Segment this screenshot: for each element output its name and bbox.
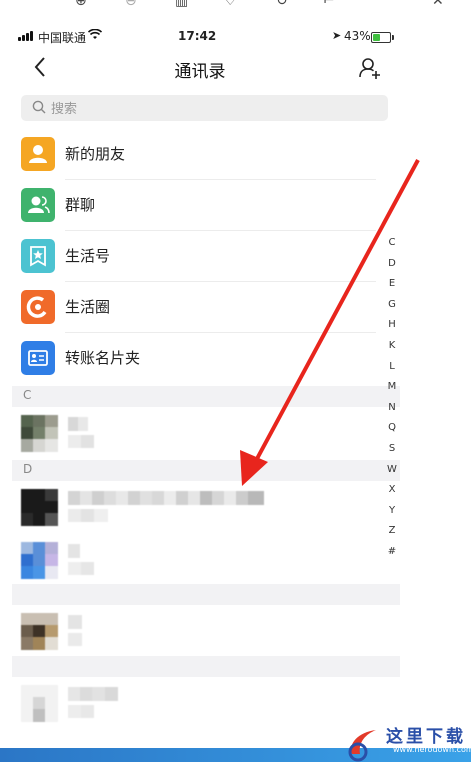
signal-icon (18, 31, 34, 41)
rotate-icon[interactable]: ↻ (276, 0, 294, 8)
add-friend-icon (359, 58, 380, 79)
contact-name (68, 687, 118, 701)
carrier-label: 中国联通 (38, 31, 87, 45)
contact-name (68, 544, 80, 558)
contact-detail (68, 435, 94, 448)
search-icon (32, 100, 46, 114)
index-letter[interactable]: Y (384, 505, 400, 516)
contact-name (68, 417, 88, 431)
ring-icon (21, 290, 55, 324)
crop-icon[interactable]: ⌐ (323, 0, 341, 8)
delete-icon[interactable]: ▥ (175, 0, 193, 8)
battery-percent: 43% (344, 29, 371, 43)
contact-row[interactable] (0, 605, 390, 660)
search-box[interactable] (21, 95, 388, 121)
avatar (21, 613, 58, 650)
red-arrow-annotation (240, 159, 420, 486)
avatar (21, 415, 58, 452)
menu-label: 群聊 (65, 196, 96, 214)
group-icon (21, 188, 55, 222)
location-icon: ➤ (332, 29, 342, 42)
zoom-out-icon[interactable]: ⊖ (125, 0, 143, 8)
wifi-icon (87, 28, 103, 43)
index-letter[interactable]: Z (384, 525, 400, 536)
star-bookmark-icon (21, 239, 55, 273)
section-header (12, 584, 400, 605)
page-title: 通讯录 (174, 62, 226, 82)
contact-row[interactable] (0, 677, 390, 732)
contact-detail (68, 562, 94, 575)
menu-label: 转账名片夹 (65, 349, 141, 367)
avatar (21, 489, 58, 526)
zoom-in-icon[interactable]: ⊕ (75, 0, 93, 8)
favorite-icon[interactable]: ♡ (224, 0, 242, 8)
contact-detail (68, 705, 94, 718)
add-friend-button[interactable] (357, 55, 383, 81)
menu-label: 生活圈 (65, 298, 111, 316)
section-header (12, 656, 400, 677)
clock: 17:42 (178, 29, 217, 43)
avatar (21, 542, 58, 579)
watermark-logo-icon (348, 730, 376, 762)
watermark-url: www.herodown.com (393, 745, 471, 754)
tools-icon[interactable]: ✕ (432, 0, 450, 8)
contact-detail (68, 509, 108, 522)
contact-name (68, 615, 82, 629)
search-input[interactable] (49, 98, 353, 120)
card-icon (21, 341, 55, 375)
contact-row[interactable] (0, 534, 390, 589)
battery-icon (371, 32, 394, 43)
person-icon (21, 137, 55, 171)
status-bar: 中国联通 17:42 ➤ 43% (0, 26, 400, 48)
watermark-text: 这里下载 (386, 727, 466, 747)
menu-label: 生活号 (65, 247, 111, 265)
contact-name (68, 491, 264, 505)
contact-detail (68, 633, 82, 646)
index-letter[interactable]: # (384, 546, 400, 557)
avatar (21, 685, 58, 722)
menu-label: 新的朋友 (65, 145, 126, 163)
